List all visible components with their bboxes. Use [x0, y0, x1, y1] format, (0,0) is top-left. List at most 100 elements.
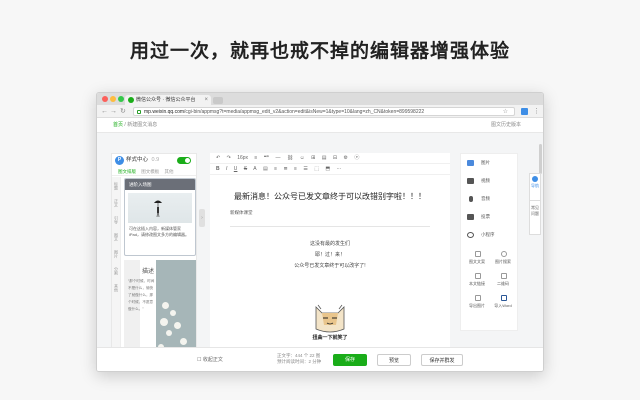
- undo-icon[interactable]: ↶: [216, 155, 220, 161]
- microphone-icon: [469, 196, 473, 202]
- url-path: /cgi-bin/appmsg?t=media/appmsg_edit_v2&a…: [184, 109, 425, 115]
- extension-icon[interactable]: [521, 108, 528, 115]
- article-body[interactable]: 这没有最的发生们 耶！过！来！ 公众号已发文章终于可以改字了!: [210, 239, 450, 272]
- bold-icon[interactable]: B: [216, 166, 220, 172]
- menu-icon[interactable]: ⋮: [533, 107, 540, 116]
- align-right-icon[interactable]: ≡: [294, 166, 297, 172]
- tool-import-word[interactable]: 导入Word: [490, 293, 516, 313]
- tool-label: 图文文案: [469, 259, 485, 264]
- style-center-toggle[interactable]: [177, 157, 191, 164]
- browser-window: 微信公众号 · 微信公众平台 × ← → ↻ mp.weixin.qq.com/…: [96, 92, 544, 372]
- insert-miniprogram-button[interactable]: 小程序: [461, 226, 517, 244]
- cat-sticker-image[interactable]: 扭曲一下就笑了: [310, 303, 350, 343]
- save-and-send-button[interactable]: 保存并群发: [421, 354, 463, 366]
- card-title: 进阶入场图: [125, 179, 195, 190]
- video-icon: [467, 178, 474, 184]
- close-tab-icon[interactable]: ×: [204, 95, 208, 105]
- align-left-icon[interactable]: ≡: [274, 166, 277, 172]
- insert-audio-button[interactable]: 音频: [461, 190, 517, 208]
- article-title[interactable]: 最新消息！公众号已发文章终于可以改错别字啦！！！: [210, 191, 450, 202]
- insert-image-button[interactable]: 图片: [461, 154, 517, 172]
- vtab-title[interactable]: 标题: [112, 177, 121, 194]
- extension-e-icon[interactable]: ⓔ: [354, 155, 359, 161]
- vtab-guide[interactable]: 引导: [112, 211, 121, 228]
- word-icon: [501, 295, 507, 301]
- format-icon[interactable]: ▤: [322, 155, 327, 161]
- table-icon[interactable]: ⊞: [311, 155, 315, 161]
- maximize-window-button[interactable]: [118, 96, 124, 102]
- vertical-category-tabs: 标题 正文 引导 图文 图片 分割 其他: [112, 177, 121, 367]
- background-color-icon[interactable]: ▤: [263, 166, 268, 172]
- settings-icon[interactable]: ⚙: [343, 155, 347, 161]
- vtab-body[interactable]: 正文: [112, 194, 121, 211]
- italic-icon[interactable]: I: [226, 166, 227, 172]
- browser-tab[interactable]: 微信公众号 · 微信公众平台 ×: [125, 95, 211, 105]
- tool-qrcode[interactable]: 二维码: [490, 271, 516, 291]
- insert-video-button[interactable]: 视频: [461, 172, 517, 190]
- nav-side-tab[interactable]: 导航: [529, 173, 541, 201]
- preview-button[interactable]: 预览: [377, 354, 411, 366]
- wechat-favicon-icon: [128, 97, 134, 103]
- scrollbar[interactable]: [539, 144, 542, 174]
- umbrella-figure-icon: [154, 200, 162, 217]
- close-window-button[interactable]: [102, 96, 108, 102]
- insert-label: 小程序: [481, 232, 495, 237]
- line-height-icon[interactable]: ⬒: [325, 166, 330, 172]
- tab-other[interactable]: 其他: [165, 169, 174, 174]
- font-color-icon[interactable]: A: [253, 166, 256, 172]
- editor-toolbar-row2: B I U S A ▤ ≡ ≣ ≡ ☰ ⬚ ⬒ ⋯: [210, 164, 450, 175]
- article-author[interactable]: 新媒体课堂: [210, 210, 450, 216]
- link-icon[interactable]: ⛓: [287, 155, 293, 161]
- strikethrough-icon[interactable]: S: [244, 166, 247, 172]
- tool-article-copy[interactable]: 图文文案: [464, 249, 490, 269]
- more-icon[interactable]: ⋯: [336, 166, 341, 172]
- collapse-panel-handle[interactable]: ›: [199, 209, 205, 227]
- align-center-icon[interactable]: ≣: [283, 166, 287, 172]
- vtab-article[interactable]: 图文: [112, 228, 121, 245]
- tab-template[interactable]: 图文模板: [141, 169, 159, 174]
- save-button[interactable]: 保存: [333, 354, 367, 366]
- underline-icon[interactable]: U: [234, 166, 238, 172]
- browser-toolbar: ← → ↻ mp.weixin.qq.com/cgi-bin/appmsg?t=…: [97, 105, 543, 118]
- vtab-other[interactable]: 其他: [112, 279, 121, 296]
- card-text: 可在这插入内容，新媒体管家iPad，请修改图文多方的编辑器。: [129, 226, 190, 237]
- indent-icon[interactable]: ⬚: [314, 166, 319, 172]
- new-tab-button[interactable]: [213, 97, 223, 104]
- tool-article-link[interactable]: 本文链接: [464, 271, 490, 291]
- quote-icon[interactable]: ❝❞: [264, 155, 269, 161]
- history-version-link[interactable]: 图文历史版本: [491, 118, 521, 133]
- collapse-body-checkbox[interactable]: ☐ 收起正文: [197, 356, 223, 363]
- reload-icon[interactable]: ↻: [120, 107, 126, 116]
- back-arrow-icon[interactable]: ←: [101, 107, 108, 116]
- align-icon[interactable]: ≡: [254, 155, 257, 161]
- breadcrumb-home[interactable]: 首页: [113, 122, 123, 128]
- editor-toolbar-row1: ↶ ↷ 16px ≡ ❝❞ — ⛓ ☺ ⊞ ▤ ⊟ ⚙ ⓔ: [210, 153, 450, 164]
- clear-format-icon[interactable]: ⊟: [333, 155, 337, 161]
- title-divider: [230, 226, 430, 227]
- bookmark-star-icon[interactable]: ☆: [503, 108, 508, 115]
- tool-export-image[interactable]: 导出图片: [464, 293, 490, 313]
- tab-layout[interactable]: 图文排版: [118, 169, 136, 174]
- emoji-icon[interactable]: ☺: [300, 155, 305, 161]
- qrcode-icon: [501, 273, 507, 279]
- insert-vote-button[interactable]: 投票: [461, 208, 517, 226]
- divider-icon[interactable]: —: [276, 155, 281, 161]
- footer-bar: ☐ 收起正文 正文字：444 个 22 图 预计阅读时间：2 分钟 保存 预览 …: [97, 347, 543, 371]
- tools-grid: 图文文案 图片搜索 本文链接 二维码 导出图片 导入Word: [464, 249, 516, 313]
- vtab-image[interactable]: 图片: [112, 245, 121, 262]
- card-image: [128, 193, 192, 223]
- faq-side-tab[interactable]: 常见问题: [529, 201, 541, 235]
- redo-icon[interactable]: ↷: [227, 155, 231, 161]
- minimize-window-button[interactable]: [110, 96, 116, 102]
- font-size-select[interactable]: 16px: [237, 155, 248, 161]
- tool-image-search[interactable]: 图片搜索: [490, 249, 516, 269]
- title-bar: 微信公众号 · 微信公众平台 ×: [97, 93, 543, 105]
- list-icon[interactable]: ☰: [303, 166, 307, 172]
- tool-label: 导入Word: [494, 303, 512, 308]
- vtab-divider[interactable]: 分割: [112, 262, 121, 279]
- address-bar[interactable]: mp.weixin.qq.com/cgi-bin/appmsg?t=media/…: [133, 107, 515, 116]
- article-editor[interactable]: ↶ ↷ 16px ≡ ❝❞ — ⛓ ☺ ⊞ ▤ ⊟ ⚙ ⓔ B I U S A …: [210, 153, 450, 347]
- copy-icon: [475, 251, 481, 257]
- style-card-entrance[interactable]: 进阶入场图 可在这插入内容，新媒体管家iPad，请修改图文多方的编辑器。: [124, 178, 196, 256]
- forward-arrow-icon[interactable]: →: [110, 107, 117, 116]
